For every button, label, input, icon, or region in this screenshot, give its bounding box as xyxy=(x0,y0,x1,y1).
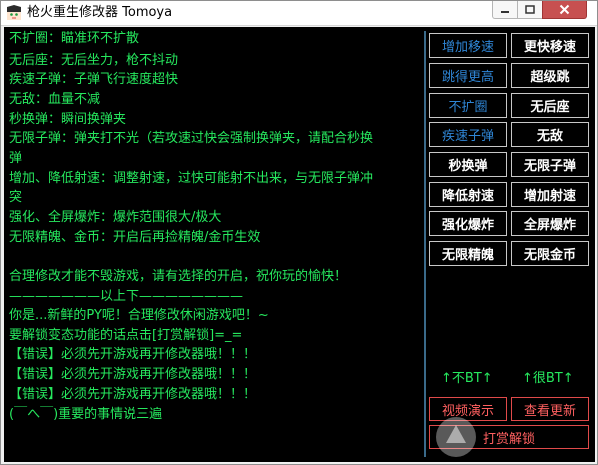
log-line: 无后座：无后坐力，枪不抖动 xyxy=(9,53,179,68)
log-line: 你是...新鲜的PY呢！合理修改休闲游戏吧！~ xyxy=(9,308,269,323)
instant-reload-button[interactable]: 秒换弹 xyxy=(429,152,507,177)
decrease-firerate-button[interactable]: 降低射速 xyxy=(429,182,507,207)
log-area: 不扩圈：瞄准环不扩散 无后座：无后坐力，枪不抖动 疾速子弹：子弹飞行速度超快 无… xyxy=(4,27,422,462)
faster-speed-button[interactable]: 更快移速 xyxy=(511,33,589,58)
maximize-icon xyxy=(525,4,535,14)
log-line: 秒换弹：瞬间换弹夹 xyxy=(9,112,127,127)
fast-bullet-button[interactable]: 疾速子弹 xyxy=(429,122,507,147)
log-line: 【错误】必须先开游戏再开修改器哦！！！ xyxy=(9,367,257,382)
title-bar[interactable]: 枪火重生修改器 Tomoya xyxy=(1,1,597,26)
increase-speed-button[interactable]: 增加移速 xyxy=(429,33,507,58)
enhanced-explosion-button[interactable]: 强化爆炸 xyxy=(429,211,507,236)
log-line: 突 xyxy=(9,190,23,205)
infinite-soul-button[interactable]: 无限精魄 xyxy=(429,241,507,266)
log-line: 弹 xyxy=(9,151,23,166)
increase-firerate-button[interactable]: 增加射速 xyxy=(511,182,589,207)
minimize-button[interactable] xyxy=(492,1,518,19)
app-icon xyxy=(6,5,22,21)
main-panel: 不扩圈：瞄准环不扩散 无后座：无后坐力，枪不抖动 疾速子弹：子弹飞行速度超快 无… xyxy=(4,27,595,462)
app-window: 枪火重生修改器 Tomoya 不扩圈：瞄准环不扩散 无后座：无后坐力，枪不抖动 … xyxy=(0,0,598,465)
log-line: (￣へ￣)重要的事情说三遍 xyxy=(9,407,163,422)
log-line: 无限子弹：弹夹打不光（若攻速过快会强制换弹夹，请配合秒换 xyxy=(9,131,374,146)
invincible-button[interactable]: 无敌 xyxy=(511,122,589,147)
no-recoil-button[interactable]: 无后座 xyxy=(511,93,589,118)
minimize-icon xyxy=(501,10,509,13)
close-icon xyxy=(559,4,570,15)
super-jump-button[interactable]: 超级跳 xyxy=(511,63,589,88)
panel-divider xyxy=(424,31,426,457)
close-button[interactable] xyxy=(542,1,587,19)
infinite-gold-button[interactable]: 无限金币 xyxy=(511,241,589,266)
very-bt-label: ↑很BT↑ xyxy=(522,371,574,386)
tip-unlock-button[interactable]: 打赏解锁 xyxy=(429,425,589,449)
window-title: 枪火重生修改器 Tomoya xyxy=(27,5,173,20)
infinite-ammo-button[interactable]: 无限子弹 xyxy=(511,152,589,177)
check-update-button[interactable]: 查看更新 xyxy=(511,397,589,421)
not-bt-label: ↑不BT↑ xyxy=(441,371,493,386)
log-line: 【错误】必须先开游戏再开修改器哦！！！ xyxy=(9,347,257,362)
log-line: 【错误】必须先开游戏再开修改器哦！！！ xyxy=(9,387,257,402)
fullscreen-explosion-button[interactable]: 全屏爆炸 xyxy=(511,211,589,236)
video-demo-button[interactable]: 视频演示 xyxy=(429,397,507,421)
log-line: 要解锁变态功能的话点击[打赏解锁]=_= xyxy=(9,328,243,343)
log-line: 合理修改才能不毁游戏，请有选择的开启，祝你玩的愉快！ xyxy=(9,269,348,284)
log-line: 无限精魄、金币：开启后再捡精魄/金币生效 xyxy=(9,230,261,245)
log-line: 不扩圈：瞄准环不扩散 xyxy=(9,31,140,46)
maximize-button[interactable] xyxy=(517,1,543,19)
log-line: ———————以上下———————— xyxy=(9,289,244,304)
jump-higher-button[interactable]: 跳得更高 xyxy=(429,63,507,88)
log-line: 无敌：血量不减 xyxy=(9,92,101,107)
log-line: 疾速子弹：子弹飞行速度超快 xyxy=(9,72,179,87)
log-line: 强化、全屏爆炸：爆炸范围很大/极大 xyxy=(9,210,222,225)
log-line: 增加、降低射速：调整射速，过快可能射不出来，与无限子弹冲 xyxy=(9,171,374,186)
no-spread-button[interactable]: 不扩圈 xyxy=(429,93,507,118)
